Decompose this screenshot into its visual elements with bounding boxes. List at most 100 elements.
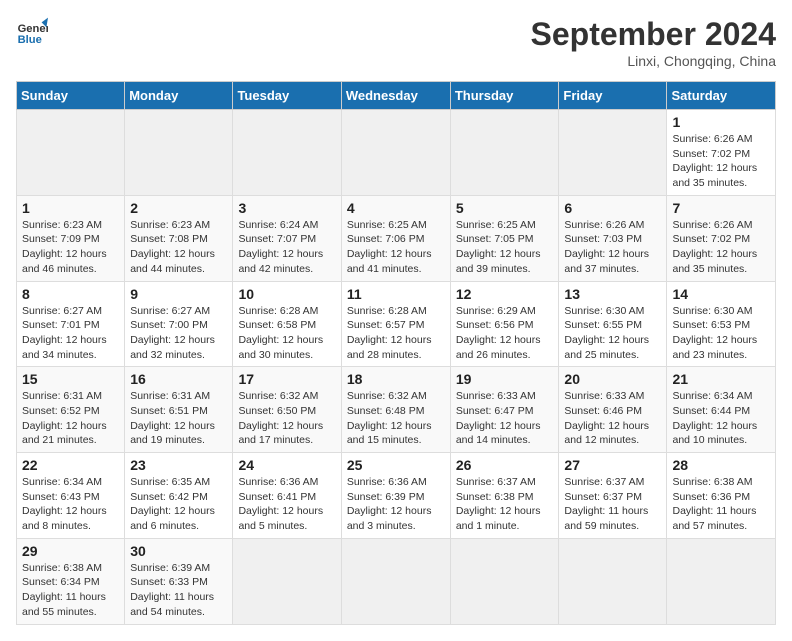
col-header-monday: Monday: [125, 82, 233, 110]
calendar-cell: 29 Sunrise: 6:38 AMSunset: 6:34 PMDayligh…: [17, 538, 125, 624]
calendar-cell: 24 Sunrise: 6:36 AMSunset: 6:41 PMDayligh…: [233, 453, 341, 539]
day-number: 16: [130, 371, 227, 387]
svg-text:General: General: [18, 23, 48, 35]
col-header-tuesday: Tuesday: [233, 82, 341, 110]
day-number: 15: [22, 371, 119, 387]
day-info: Sunrise: 6:38 AMSunset: 6:34 PMDaylight:…: [22, 561, 119, 620]
day-number: 30: [130, 543, 227, 559]
day-number: 26: [456, 457, 554, 473]
calendar-week-row: 15 Sunrise: 6:31 AMSunset: 6:52 PMDayligh…: [17, 367, 776, 453]
day-number: 25: [347, 457, 445, 473]
calendar-cell: 15 Sunrise: 6:31 AMSunset: 6:52 PMDayligh…: [17, 367, 125, 453]
calendar-cell: [450, 110, 559, 196]
calendar-cell: 30 Sunrise: 6:39 AMSunset: 6:33 PMDayligh…: [125, 538, 233, 624]
calendar-cell: 17Sunrise: 6:32 AMSunset: 6:50 PMDayligh…: [233, 367, 341, 453]
day-number: 4: [347, 200, 445, 216]
day-number: 9: [130, 286, 227, 302]
calendar-cell: 18Sunrise: 6:32 AMSunset: 6:48 PMDayligh…: [341, 367, 450, 453]
calendar-cell: [233, 538, 341, 624]
day-number: 10: [238, 286, 335, 302]
day-info: Sunrise: 6:29 AMSunset: 6:56 PMDaylight:…: [456, 304, 554, 363]
logo: General Blue: [16, 16, 48, 48]
calendar-cell: 9Sunrise: 6:27 AMSunset: 7:00 PMDaylight…: [125, 281, 233, 367]
calendar-cell: [667, 538, 776, 624]
day-number: 2: [130, 200, 227, 216]
calendar-header-row: SundayMondayTuesdayWednesdayThursdayFrid…: [17, 82, 776, 110]
calendar-cell: 28Sunrise: 6:38 AMSunset: 6:36 PMDayligh…: [667, 453, 776, 539]
calendar-table: SundayMondayTuesdayWednesdayThursdayFrid…: [16, 81, 776, 625]
calendar-cell: 25 Sunrise: 6:36 AMSunset: 6:39 PMDayligh…: [341, 453, 450, 539]
day-info: Sunrise: 6:39 AMSunset: 6:33 PMDaylight:…: [130, 561, 227, 620]
day-info: Sunrise: 6:24 AMSunset: 7:07 PMDaylight:…: [238, 218, 335, 277]
day-number: 24: [238, 457, 335, 473]
calendar-cell: 13 Sunrise: 6:30 AMSunset: 6:55 PMDayligh…: [559, 281, 667, 367]
day-info: Sunrise: 6:33 AMSunset: 6:46 PMDaylight:…: [564, 389, 661, 448]
day-info: Sunrise: 6:34 AMSunset: 6:44 PMDaylight:…: [672, 389, 770, 448]
col-header-sunday: Sunday: [17, 82, 125, 110]
calendar-week-row: 22Sunrise: 6:34 AMSunset: 6:43 PMDayligh…: [17, 453, 776, 539]
svg-text:Blue: Blue: [18, 34, 42, 46]
day-info: Sunrise: 6:34 AMSunset: 6:43 PMDaylight:…: [22, 475, 119, 534]
col-header-friday: Friday: [559, 82, 667, 110]
calendar-week-row: 8Sunrise: 6:27 AMSunset: 7:01 PMDaylight…: [17, 281, 776, 367]
calendar-cell: 5 Sunrise: 6:25 AMSunset: 7:05 PMDaylight…: [450, 195, 559, 281]
calendar-cell: 2 Sunrise: 6:23 AMSunset: 7:08 PMDaylight…: [125, 195, 233, 281]
day-number: 1: [672, 114, 770, 130]
day-info: Sunrise: 6:36 AMSunset: 6:39 PMDaylight:…: [347, 475, 445, 534]
day-info: Sunrise: 6:35 AMSunset: 6:42 PMDaylight:…: [130, 475, 227, 534]
col-header-wednesday: Wednesday: [341, 82, 450, 110]
calendar-cell: [341, 110, 450, 196]
calendar-week-row: 1Sunrise: 6:23 AMSunset: 7:09 PMDaylight…: [17, 195, 776, 281]
day-info: Sunrise: 6:38 AMSunset: 6:36 PMDaylight:…: [672, 475, 770, 534]
day-info: Sunrise: 6:33 AMSunset: 6:47 PMDaylight:…: [456, 389, 554, 448]
calendar-week-row: 1Sunrise: 6:26 AMSunset: 7:02 PMDaylight…: [17, 110, 776, 196]
calendar-cell: 16 Sunrise: 6:31 AMSunset: 6:51 PMDayligh…: [125, 367, 233, 453]
day-number: 8: [22, 286, 119, 302]
calendar-cell: 14 Sunrise: 6:30 AMSunset: 6:53 PMDayligh…: [667, 281, 776, 367]
calendar-cell: [17, 110, 125, 196]
day-number: 7: [672, 200, 770, 216]
calendar-cell: [125, 110, 233, 196]
calendar-cell: 1Sunrise: 6:23 AMSunset: 7:09 PMDaylight…: [17, 195, 125, 281]
calendar-cell: 12Sunrise: 6:29 AMSunset: 6:56 PMDayligh…: [450, 281, 559, 367]
day-info: Sunrise: 6:31 AMSunset: 6:51 PMDaylight:…: [130, 389, 227, 448]
day-info: Sunrise: 6:28 AMSunset: 6:57 PMDaylight:…: [347, 304, 445, 363]
calendar-cell: 20 Sunrise: 6:33 AMSunset: 6:46 PMDayligh…: [559, 367, 667, 453]
day-number: 19: [456, 371, 554, 387]
day-number: 3: [238, 200, 335, 216]
day-info: Sunrise: 6:37 AMSunset: 6:37 PMDaylight:…: [564, 475, 661, 534]
day-info: Sunrise: 6:26 AMSunset: 7:03 PMDaylight:…: [564, 218, 661, 277]
calendar-cell: 10Sunrise: 6:28 AMSunset: 6:58 PMDayligh…: [233, 281, 341, 367]
day-info: Sunrise: 6:23 AMSunset: 7:09 PMDaylight:…: [22, 218, 119, 277]
title-area: September 2024 Linxi, Chongqing, China: [531, 16, 776, 69]
calendar-cell: 6 Sunrise: 6:26 AMSunset: 7:03 PMDaylight…: [559, 195, 667, 281]
calendar-cell: [233, 110, 341, 196]
day-info: Sunrise: 6:36 AMSunset: 6:41 PMDaylight:…: [238, 475, 335, 534]
day-number: 13: [564, 286, 661, 302]
day-number: 27: [564, 457, 661, 473]
calendar-cell: 1Sunrise: 6:26 AMSunset: 7:02 PMDaylight…: [667, 110, 776, 196]
day-number: 5: [456, 200, 554, 216]
calendar-cell: 8Sunrise: 6:27 AMSunset: 7:01 PMDaylight…: [17, 281, 125, 367]
calendar-cell: 7 Sunrise: 6:26 AMSunset: 7:02 PMDaylight…: [667, 195, 776, 281]
day-number: 11: [347, 286, 445, 302]
calendar-cell: [450, 538, 559, 624]
day-info: Sunrise: 6:30 AMSunset: 6:55 PMDaylight:…: [564, 304, 661, 363]
day-number: 6: [564, 200, 661, 216]
day-info: Sunrise: 6:25 AMSunset: 7:05 PMDaylight:…: [456, 218, 554, 277]
day-info: Sunrise: 6:31 AMSunset: 6:52 PMDaylight:…: [22, 389, 119, 448]
day-number: 20: [564, 371, 661, 387]
day-info: Sunrise: 6:25 AMSunset: 7:06 PMDaylight:…: [347, 218, 445, 277]
calendar-cell: 22Sunrise: 6:34 AMSunset: 6:43 PMDayligh…: [17, 453, 125, 539]
calendar-cell: 27 Sunrise: 6:37 AMSunset: 6:37 PMDayligh…: [559, 453, 667, 539]
calendar-cell: [559, 538, 667, 624]
day-info: Sunrise: 6:30 AMSunset: 6:53 PMDaylight:…: [672, 304, 770, 363]
calendar-cell: [341, 538, 450, 624]
day-number: 29: [22, 543, 119, 559]
day-number: 14: [672, 286, 770, 302]
day-info: Sunrise: 6:26 AMSunset: 7:02 PMDaylight:…: [672, 218, 770, 277]
calendar-cell: 26Sunrise: 6:37 AMSunset: 6:38 PMDayligh…: [450, 453, 559, 539]
calendar-cell: 3 Sunrise: 6:24 AMSunset: 7:07 PMDaylight…: [233, 195, 341, 281]
calendar-week-row: 29 Sunrise: 6:38 AMSunset: 6:34 PMDayligh…: [17, 538, 776, 624]
day-info: Sunrise: 6:23 AMSunset: 7:08 PMDaylight:…: [130, 218, 227, 277]
